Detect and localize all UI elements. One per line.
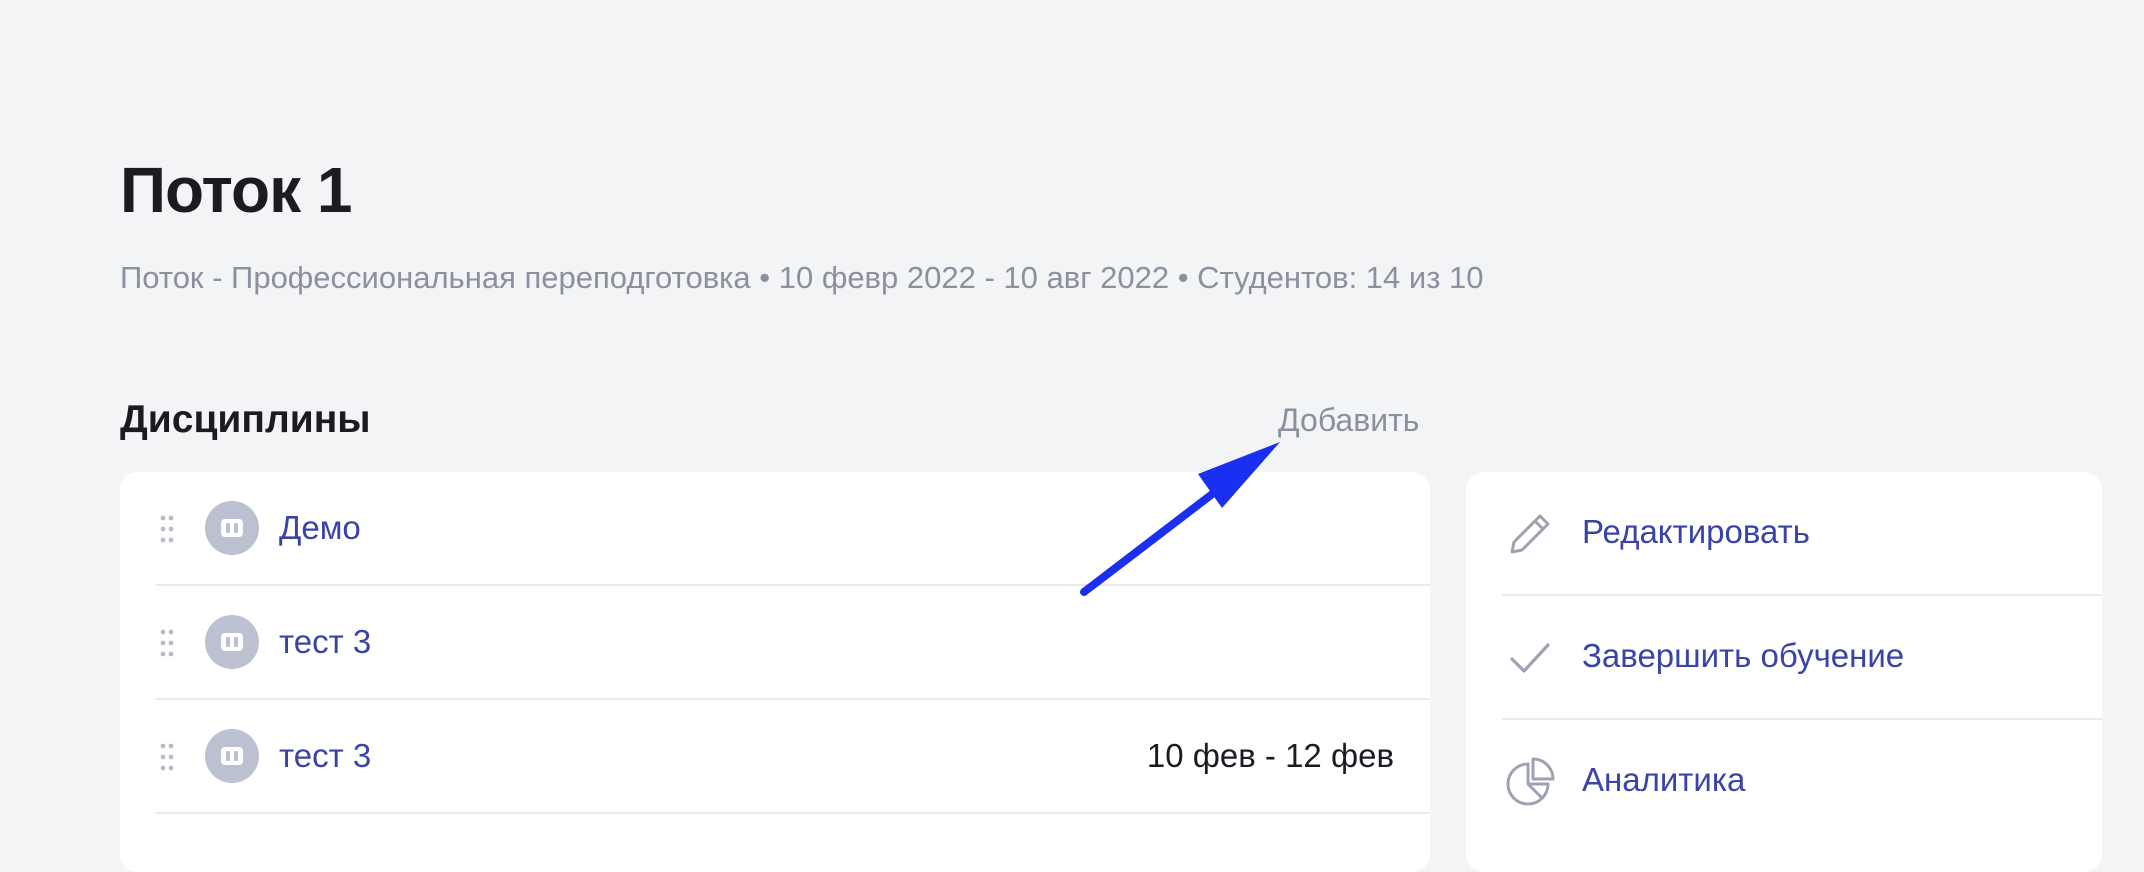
analytics-label[interactable]: Аналитика [1582,758,1745,802]
pie-chart-icon [1506,757,1555,806]
edit-label[interactable]: Редактировать [1582,510,1810,554]
page-subtitle: Поток - Профессиональная переподготовка … [120,260,1484,295]
discipline-row[interactable]: тест 3 10 фев - 12 фев [156,700,1430,814]
drag-handle-icon[interactable] [160,742,174,772]
disciplines-list: Демо тест 3 тест 3 10 фев - 12 фев [120,472,1430,872]
actions-panel: Редактировать Завершить обучение Аналити… [1466,472,2102,872]
book-icon [205,501,259,555]
discipline-name[interactable]: Демо [279,506,361,550]
edit-action[interactable]: Редактировать [1502,472,2102,596]
drag-handle-icon[interactable] [160,514,174,544]
discipline-dates: 10 фев - 12 фев [1146,737,1394,774]
page-title: Поток 1 [120,154,352,226]
checkmark-icon [1510,643,1550,673]
discipline-row[interactable]: Демо [156,472,1430,586]
discipline-row[interactable]: тест 3 [156,586,1430,700]
disciplines-section-title: Дисциплины [120,398,371,441]
discipline-name[interactable]: тест 3 [279,620,371,664]
book-icon [205,615,259,669]
analytics-action[interactable]: Аналитика [1502,720,2102,842]
pencil-icon [1510,514,1550,554]
drag-handle-icon[interactable] [160,628,174,658]
add-discipline-link[interactable]: Добавить [1278,400,1419,440]
book-icon [205,729,259,783]
finish-training-label[interactable]: Завершить обучение [1582,634,1904,678]
finish-training-action[interactable]: Завершить обучение [1502,596,2102,720]
discipline-name[interactable]: тест 3 [279,734,371,778]
